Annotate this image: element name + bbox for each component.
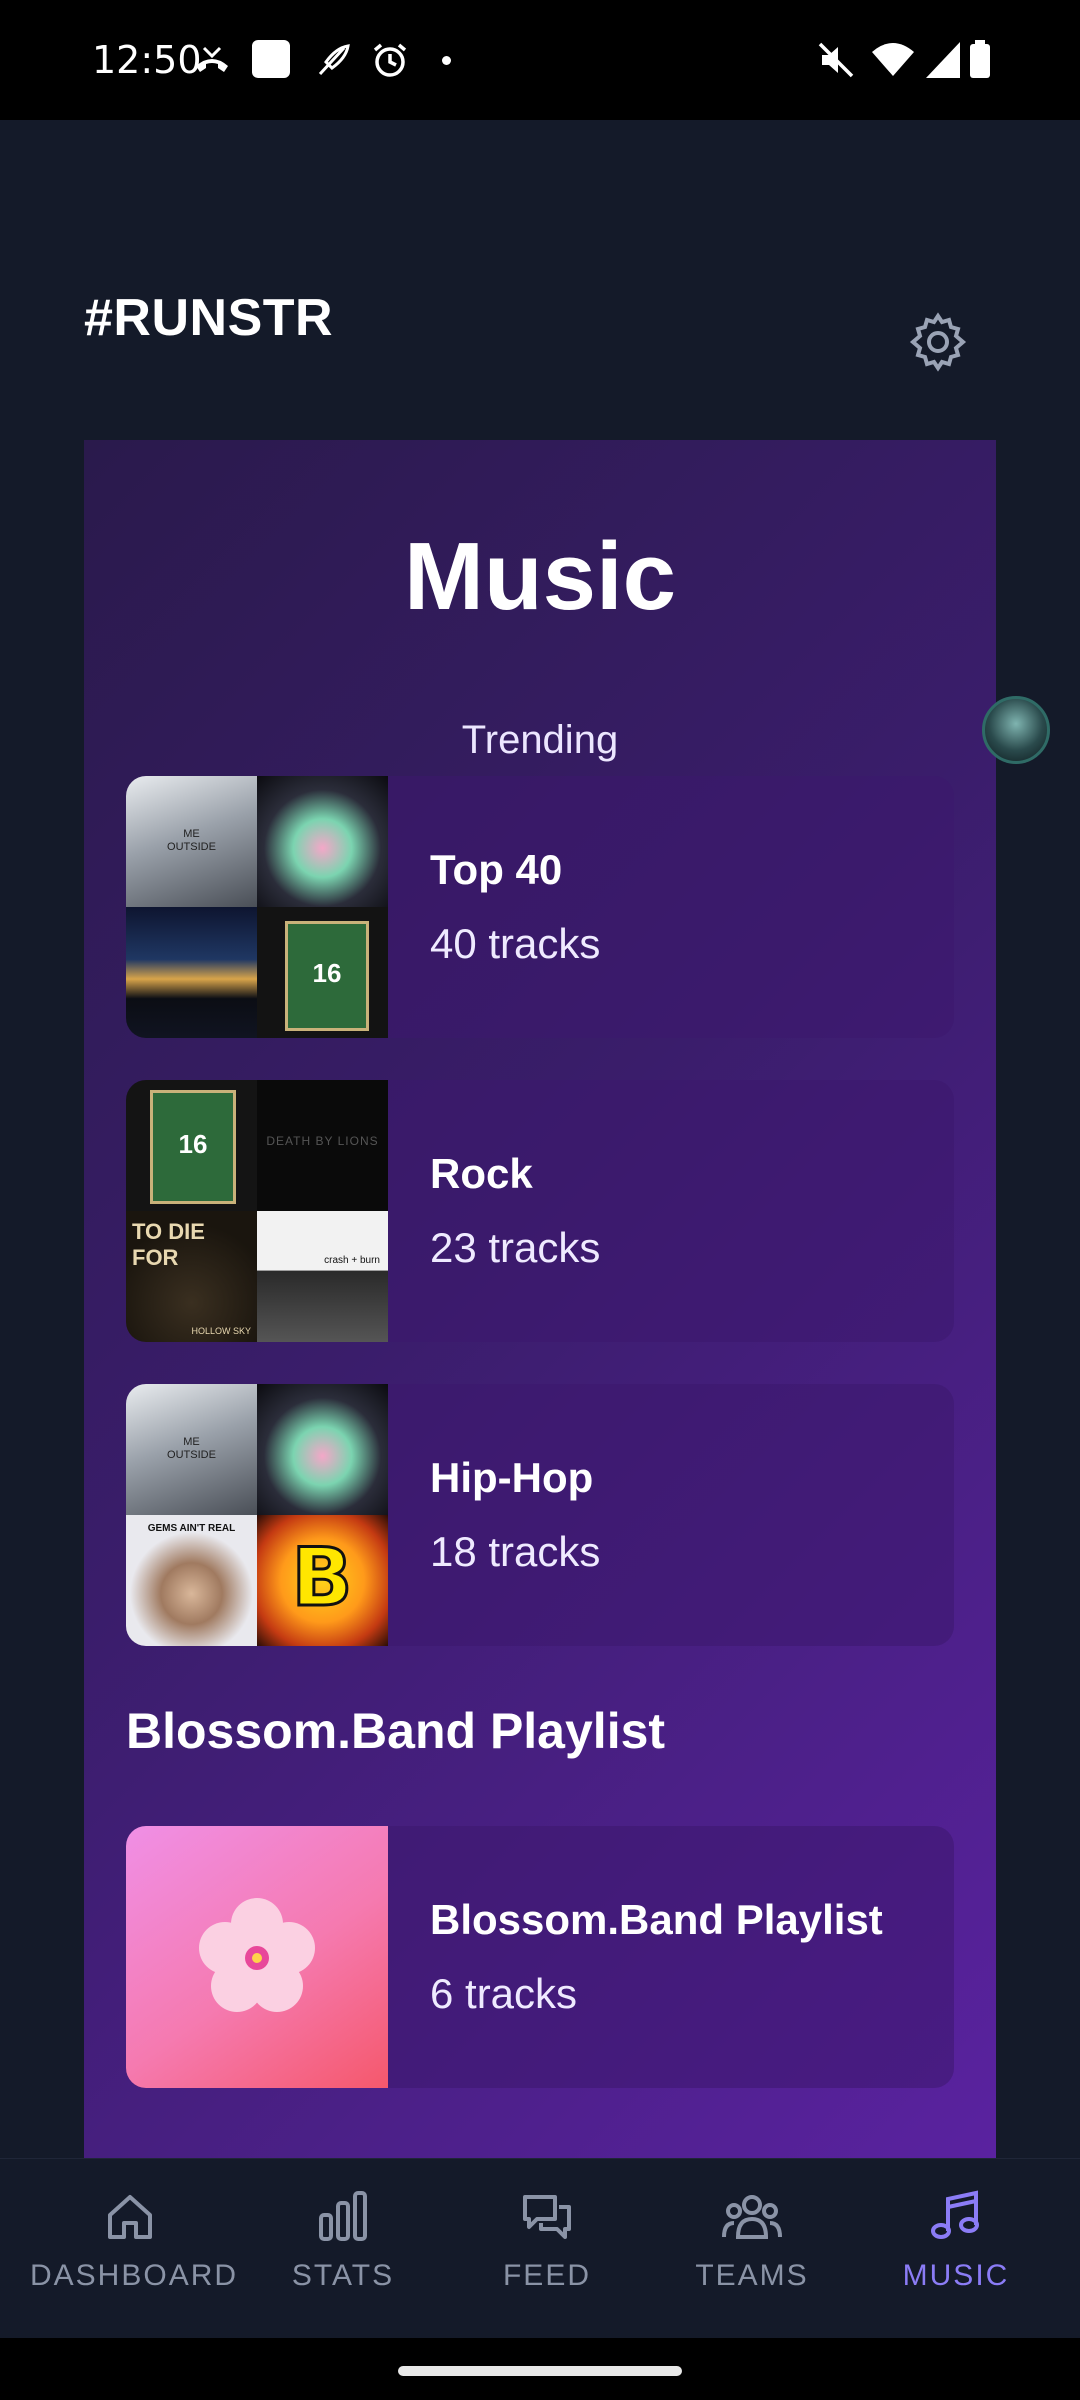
nav-label: DASHBOARD (30, 2259, 239, 2292)
playlist-card-hip-hop[interactable]: ME OUTSIDE GEMS AIN'T REAL B Hip-Hop 18 … (126, 1384, 954, 1646)
page-title: Music (403, 523, 677, 630)
album-art-football-card: 16 (257, 907, 388, 1038)
section-title-blossom: Blossom.Band Playlist (126, 1703, 666, 1759)
playlist-cover-collage: ME OUTSIDE 16 (126, 776, 388, 1038)
album-art-hooded-figure (257, 1384, 388, 1515)
nav-label: STATS (291, 2259, 395, 2292)
notification-dot-icon (442, 56, 451, 65)
nav-label: FEED (502, 2259, 591, 2292)
people-icon (722, 2195, 782, 2239)
playlist-cover-blossom (126, 1826, 388, 2088)
playlist-name: Blossom.Band Playlist (430, 1896, 883, 1943)
playlist-card-blossom-band[interactable]: Blossom.Band Playlist 6 tracks (126, 1826, 954, 2088)
album-art-me-outside: ME OUTSIDE (126, 776, 257, 907)
playlist-card-rock[interactable]: 16 DEATH BY LIONS TO DIE FOR HOLLOW SKY … (126, 1080, 954, 1342)
status-bar: 12:50 (0, 0, 1080, 120)
alarm-icon (373, 43, 407, 77)
album-art-to-die-for: TO DIE FOR HOLLOW SKY (126, 1211, 257, 1342)
gesture-bar (0, 2338, 1080, 2400)
nav-item-feed[interactable]: FEED (447, 2189, 647, 2293)
settings-gear-icon[interactable] (906, 310, 970, 374)
album-art-gems-aint-real: GEMS AIN'T REAL (126, 1515, 257, 1646)
nav-item-dashboard[interactable]: DASHBOARD (30, 2189, 239, 2293)
home-indicator[interactable] (398, 2366, 682, 2376)
playlist-name: Hip-Hop (430, 1454, 594, 1501)
album-art-bitcoin: B (257, 1515, 388, 1646)
album-art-crash-burn: crash + burn (257, 1211, 388, 1342)
nav-item-teams[interactable]: TEAMS (652, 2189, 852, 2293)
album-art-planet-horizon (126, 907, 257, 1038)
mute-icon (818, 42, 854, 78)
playlist-name: Top 40 (430, 846, 563, 893)
nav-label: TEAMS (695, 2259, 809, 2292)
app-notification-icon (252, 40, 290, 78)
bottom-nav: DASHBOARD STATS FEED TEAMS MUSIC (0, 2158, 1080, 2339)
playlist-name: Rock (430, 1150, 533, 1197)
status-time: 12:50 (92, 38, 202, 82)
nav-label: MUSIC (902, 2259, 1010, 2292)
wifi-icon (872, 43, 914, 76)
cherry-blossom-icon (199, 1898, 315, 2012)
battery-icon (970, 40, 990, 78)
album-art-me-outside: ME OUTSIDE (126, 1384, 257, 1515)
svg-text:B: B (292, 1531, 353, 1624)
music-note-icon (931, 2190, 979, 2239)
playlist-track-count: 18 tracks (430, 1528, 601, 1575)
home-icon (108, 2195, 152, 2239)
music-card: Music Trending ME OUTSIDE 16 Top 40 40 t… (84, 440, 996, 2160)
trending-label: Trending (461, 718, 619, 762)
nav-item-stats[interactable]: STATS (243, 2189, 443, 2293)
playlist-track-count: 23 tracks (430, 1224, 601, 1271)
nav-item-music[interactable]: MUSIC (856, 2189, 1056, 2293)
playlist-track-count: 6 tracks (430, 1970, 578, 2017)
album-art-hooded-figure (257, 776, 388, 907)
playlist-track-count: 40 tracks (430, 920, 601, 967)
album-art-death-by-lions: DEATH BY LIONS (257, 1080, 388, 1211)
playlist-cover-collage: ME OUTSIDE GEMS AIN'T REAL B (126, 1384, 388, 1646)
feather-icon (318, 44, 350, 76)
app-brand: #RUNSTR (84, 289, 334, 347)
chat-bubbles-icon (523, 2195, 571, 2239)
cellular-signal-icon (926, 42, 960, 78)
playlist-card-top40[interactable]: ME OUTSIDE 16 Top 40 40 tracks (126, 776, 954, 1038)
bitcoin-icon: B (290, 1530, 354, 1626)
playlist-cover-collage: 16 DEATH BY LIONS TO DIE FOR HOLLOW SKY … (126, 1080, 388, 1342)
album-art-football-card: 16 (126, 1080, 257, 1211)
missed-call-icon (196, 46, 228, 72)
bar-chart-icon (319, 2191, 367, 2241)
floating-avatar[interactable] (982, 696, 1050, 764)
